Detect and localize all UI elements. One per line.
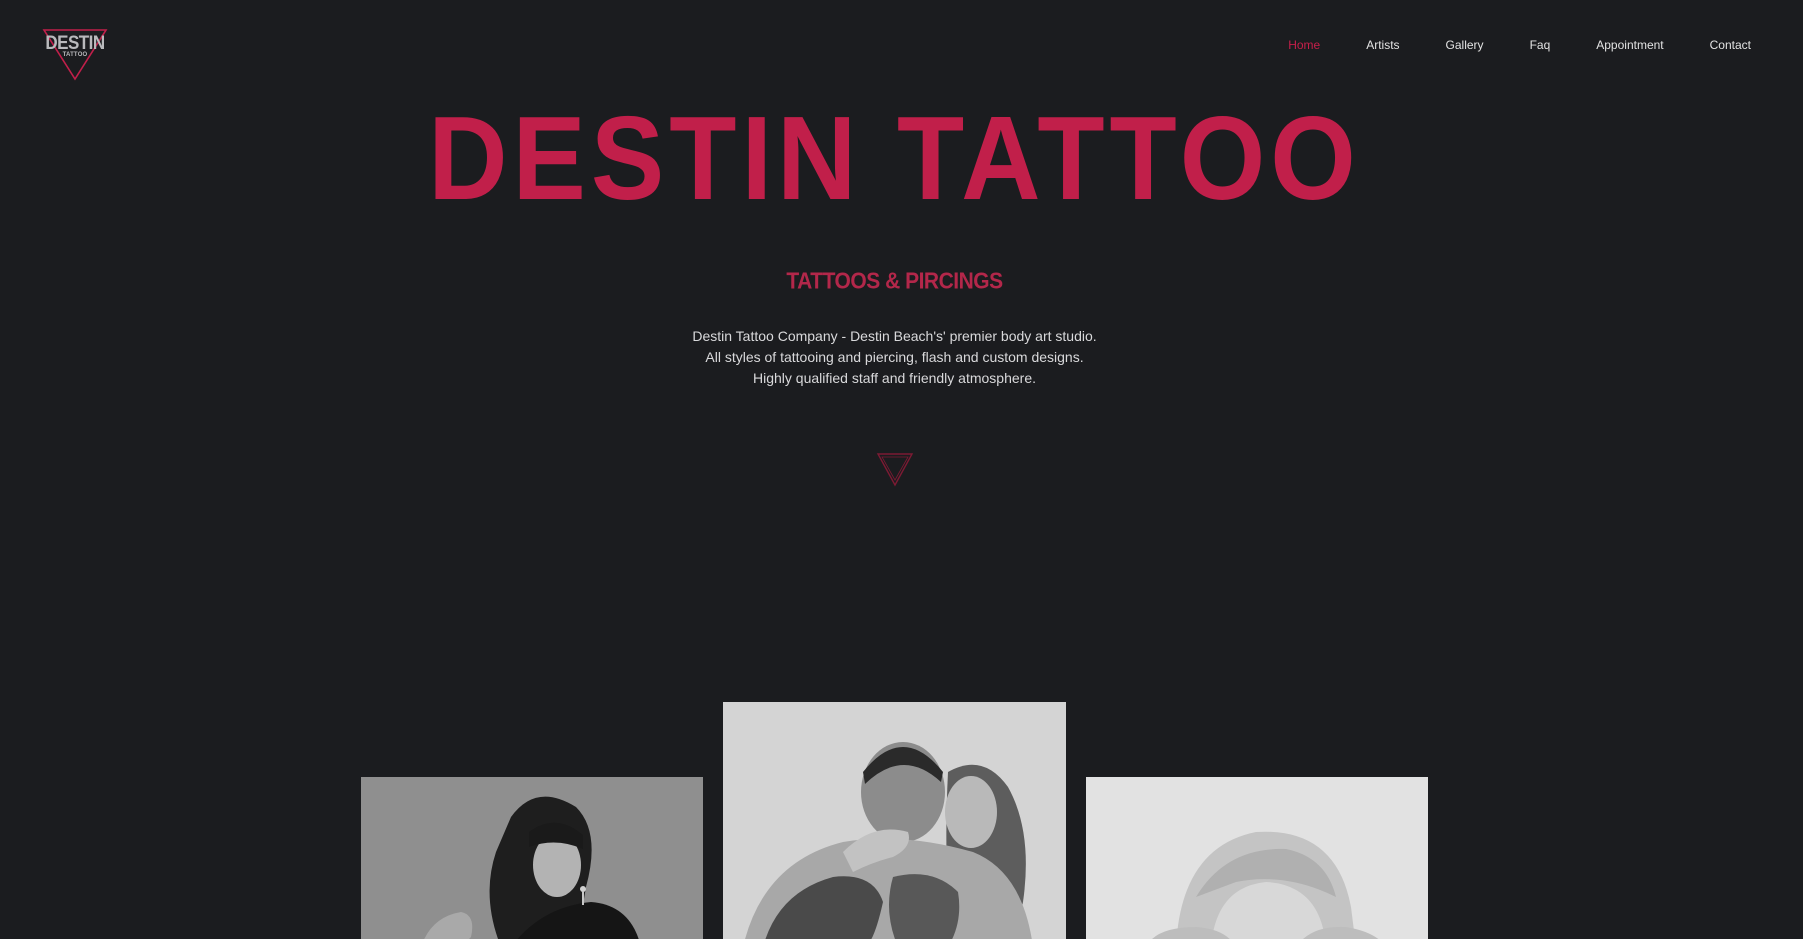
page: DESTIN TATTOO Home Artists Gallery Faq A…	[0, 0, 1803, 939]
scroll-down-button[interactable]	[876, 452, 914, 488]
gallery-photo-woman[interactable]	[361, 777, 703, 939]
hero-description: Destin Tattoo Company - Destin Beach's' …	[0, 326, 1789, 389]
nav-item-contact[interactable]: Contact	[1710, 38, 1751, 52]
hero-subtitle: TATTOOS & PIRCINGS	[786, 268, 1003, 295]
hero-description-line: Highly qualified staff and friendly atmo…	[752, 370, 1036, 386]
site-logo[interactable]: DESTIN TATTOO	[42, 28, 108, 82]
nav-item-home[interactable]: Home	[1288, 38, 1320, 52]
triangle-down-icon	[876, 453, 914, 487]
hero-description-line: Destin Tattoo Company - Destin Beach's' …	[692, 328, 1097, 344]
gallery-photo-couple[interactable]	[723, 702, 1066, 939]
hero-description-line: All styles of tattooing and piercing, fl…	[705, 349, 1084, 365]
gallery-photo-blonde[interactable]	[1086, 777, 1428, 939]
nav-item-appointment[interactable]: Appointment	[1596, 38, 1663, 52]
nav-item-faq[interactable]: Faq	[1530, 38, 1551, 52]
logo-subtext: TATTOO	[62, 52, 88, 58]
blonde-woman-photo-image	[1086, 777, 1428, 939]
hero-title: DESTIN TATTOO	[428, 92, 1361, 225]
main-nav: Home Artists Gallery Faq Appointment Con…	[1242, 38, 1751, 52]
nav-item-artists[interactable]: Artists	[1366, 38, 1399, 52]
nav-item-gallery[interactable]: Gallery	[1446, 38, 1484, 52]
couple-photo-image	[723, 702, 1066, 939]
woman-photo-image	[361, 777, 703, 939]
